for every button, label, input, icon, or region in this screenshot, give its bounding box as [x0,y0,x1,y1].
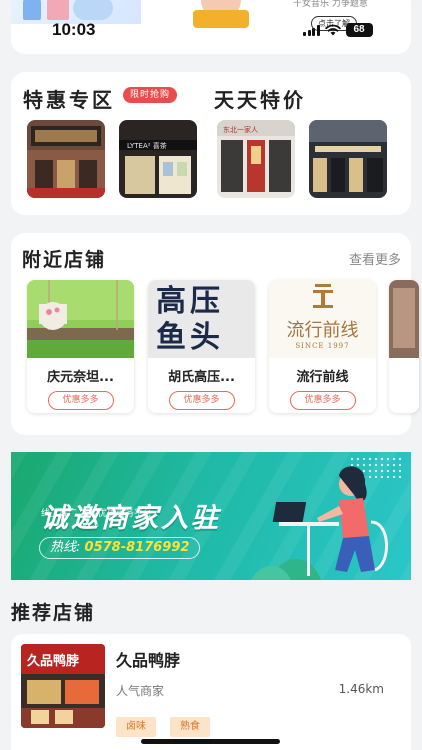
shop-image [27,280,134,358]
store-tag: 熟食 [170,717,210,737]
cellular-signal-icon [303,24,320,36]
promo-item-1[interactable] [27,120,105,198]
store-sign-text: 久品鸭脖 [27,653,79,669]
shop-image-subtext: SINCE 1997 [295,342,350,350]
shop-image-text: 流行前线 [286,320,359,341]
nearby-shop-card[interactable]: 高压鱼头 胡氏高压... 优惠多多 [148,280,255,413]
banner-subtitle: 千女音乐 力争题意 [293,0,368,9]
store-tag: 卤味 [116,717,156,737]
nearby-shop-card[interactable]: 流行前线 SINCE 1997 流行前线 优惠多多 [269,280,376,413]
shop-name: 胡氏高压... [168,370,235,385]
promo-item-3[interactable]: 东北一家人 [217,120,295,198]
battery-icon: 68 [345,23,373,37]
home-indicator[interactable] [141,739,280,744]
woman-laptop-illustration [251,466,388,580]
merchant-recruit-banner[interactable]: 线上推广 本地优质服务平台 诚邀商家入驻 热线: 0578-8176992 [11,452,411,580]
store-image: 久品鸭脖 [21,644,105,728]
recommended-shops-title: 推荐店铺 [11,602,96,624]
store-distance: 1.46km [338,682,384,696]
shop-discount-button[interactable]: 优惠多多 [168,391,235,410]
nearby-shops-section: 附近店铺 查看更多 庆元奈坦... 优惠多多 高压鱼头 胡氏高压... 优惠多多 [11,233,419,435]
hotline-label: 热线: [50,540,81,555]
status-icons: 68 [303,22,373,38]
hotline-number: 0578-8176992 [84,540,190,555]
special-offer-title[interactable]: 特惠专区 [23,84,115,113]
promo-item-4[interactable] [309,120,387,198]
promo-section: 特惠专区 限时抢购 天天特价 LYTEA² 喜茶 东北一家人 [11,72,411,215]
svg-text:LYTEA² 喜茶: LYTEA² 喜茶 [127,141,167,150]
ad-hotline[interactable]: 热线: 0578-8176992 [39,537,201,559]
promo-thumb-1 [27,120,105,198]
wifi-icon [324,24,341,36]
status-time: 10:03 [52,20,96,39]
shop-image-text: 高压鱼头 [156,284,224,355]
recommended-store-card[interactable]: 久品鸭脖 久品鸭脖 人气商家 1.46km 卤味 熟食 [11,634,411,750]
shop-discount-button[interactable]: 优惠多多 [47,391,114,410]
promo-thumb-4 [309,120,387,198]
banner-character-illustration [189,0,259,28]
store-name: 久品鸭脖 [116,651,181,670]
nearby-shops-title: 附近店铺 [22,249,107,271]
shop-image: 流行前线 SINCE 1997 [269,280,376,358]
store-label: 人气商家 [116,684,165,698]
shop-image: 高压鱼头 [148,280,255,358]
promo-item-2[interactable]: LYTEA² 喜茶 [119,120,197,198]
shop-name: 流行前线 [296,370,349,385]
shop-discount-button[interactable]: 优惠多多 [289,391,356,410]
see-more-link[interactable]: 查看更多 [349,249,401,268]
limited-time-badge: 限时抢购 [123,87,178,103]
ad-title: 诚邀商家入驻 [41,503,221,534]
promo-thumb-2: LYTEA² 喜茶 [119,120,197,198]
nearby-shop-card-partial[interactable] [389,280,419,413]
shop-logo-icon [313,284,333,308]
svg-text:东北一家人: 东北一家人 [223,125,258,134]
shop-image [389,280,419,358]
promo-thumb-3: 东北一家人 [217,120,295,198]
daily-deals-title[interactable]: 天天特价 [214,84,306,113]
nearby-shop-card[interactable]: 庆元奈坦... 优惠多多 [27,280,134,413]
shop-name: 庆元奈坦... [47,370,114,385]
